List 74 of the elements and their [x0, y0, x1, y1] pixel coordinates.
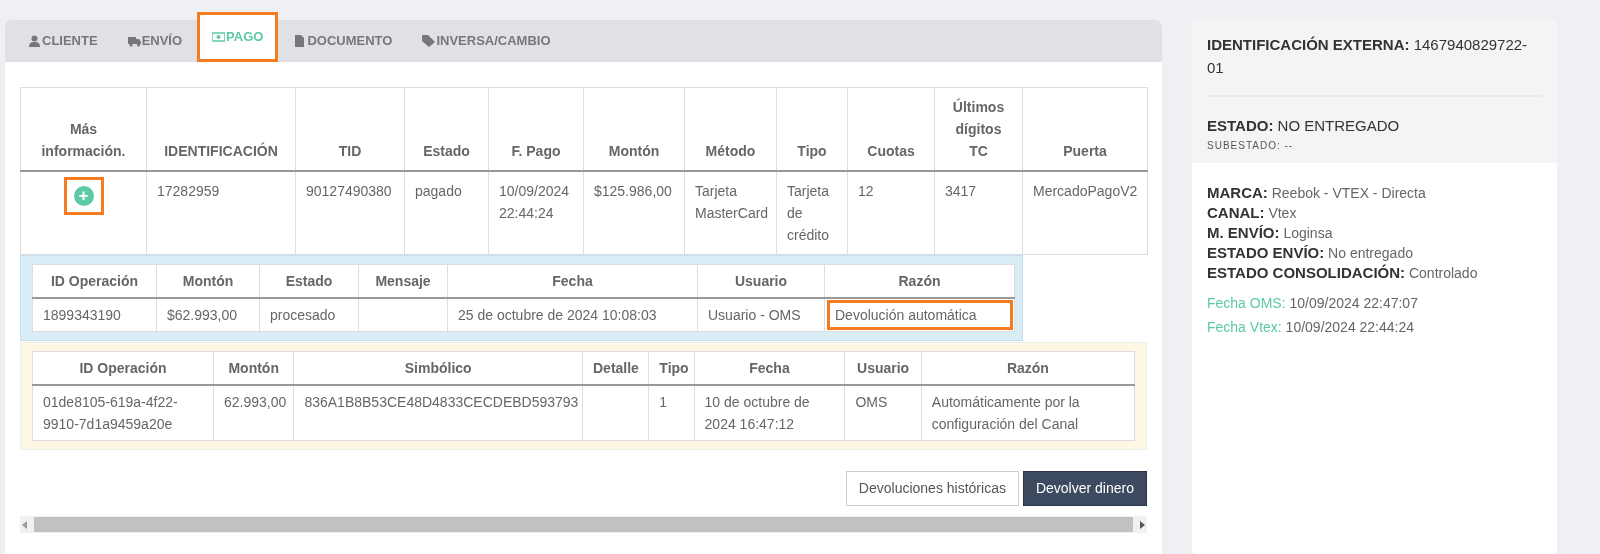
- table-cell: MercadoPagoV2: [1022, 171, 1148, 255]
- external-id: IDENTIFICACIÓN EXTERNA: 1467940829722-01: [1207, 35, 1529, 78]
- column-header: Últimos dígitos TC: [934, 87, 1023, 171]
- money-icon: [212, 31, 226, 43]
- column-header: IDENTIFICACIÓN: [146, 87, 296, 171]
- truck-icon: [127, 35, 141, 47]
- column-header: Estado: [404, 87, 489, 171]
- table-cell: 17282959: [146, 171, 296, 255]
- table-cell: Tarjeta MasterCard: [684, 171, 777, 255]
- table-cell: 12: [847, 171, 935, 255]
- column-header: Método: [684, 87, 777, 171]
- table-cell: Tarjeta de crédito: [776, 171, 848, 255]
- more-info-button[interactable]: +: [66, 180, 101, 212]
- table-cell: Automáticamente por la configuración del Canal: [921, 385, 1135, 441]
- user-icon: [28, 35, 41, 47]
- column-header: Usuario: [844, 351, 922, 385]
- return-money-button[interactable]: Devolver dinero: [1022, 471, 1147, 506]
- column-header: Detalle: [582, 351, 649, 385]
- column-header: Razón: [824, 264, 1015, 298]
- table-cell: 10 de octubre de 2024 16:47:12: [694, 385, 845, 441]
- column-header: Simbólico: [293, 351, 583, 385]
- date-line: Fecha OMS: 10/09/2024 22:47:07: [1207, 293, 1419, 313]
- table-cell: 25 de octubre de 2024 10:08:03: [447, 298, 698, 332]
- table-cell: $125.986,00: [583, 171, 685, 255]
- column-header: Montón: [213, 351, 294, 385]
- column-header: Razón: [921, 351, 1135, 385]
- detail-line: ESTADO ENVÍO: No entregado: [1207, 242, 1414, 263]
- table-cell: 1899343190: [32, 298, 157, 332]
- column-header: Tipo: [776, 87, 848, 171]
- scroll-left-icon[interactable]: [20, 519, 30, 530]
- detail-line: CANAL: Vtex: [1207, 202, 1298, 223]
- column-header: Puerta: [1022, 87, 1148, 171]
- substatus: SUBESTADO: --: [1207, 138, 1295, 153]
- column-header: Montón: [156, 264, 260, 298]
- table-cell: 90127490380: [295, 171, 405, 255]
- column-header: Más información.: [20, 87, 147, 171]
- tab[interactable]: DOCUMENTO: [278, 20, 408, 62]
- date-line: Fecha Vtex: 10/09/2024 22:44:24: [1207, 317, 1416, 337]
- table-cell: 62.993,00: [213, 385, 294, 441]
- detail-line: MARCA: Reebok - VTEX - Directa: [1207, 182, 1427, 203]
- table-cell: OMS: [844, 385, 922, 441]
- document-icon: [293, 35, 307, 47]
- tab[interactable]: ENVÍO: [112, 20, 198, 62]
- column-header: Montón: [583, 87, 685, 171]
- table-cell: procesado: [259, 298, 359, 332]
- column-header: Estado: [259, 264, 359, 298]
- column-header: Usuario: [697, 264, 825, 298]
- column-header: F. Pago: [488, 87, 584, 171]
- table-cell: pagado: [404, 171, 489, 255]
- tab[interactable]: INVERSA/CAMBIO: [407, 20, 566, 62]
- column-header: Mensaje: [358, 264, 448, 298]
- history-button[interactable]: Devoluciones históricas: [845, 471, 1019, 506]
- column-header: TID: [295, 87, 405, 171]
- table-cell: 1: [648, 385, 695, 441]
- column-header: Tipo: [648, 351, 695, 385]
- table-cell: 836A1B8B53CE48D4833CECDEBD593793: [293, 385, 583, 441]
- table-cell: $62.993,00: [156, 298, 260, 332]
- column-header: ID Operación: [32, 351, 214, 385]
- tag-icon: [422, 35, 436, 47]
- table-cell: Devolución automática: [824, 298, 1015, 332]
- tab[interactable]: CLIENTE: [13, 20, 113, 62]
- tab[interactable]: PAGO: [197, 12, 279, 62]
- detail-line: M. ENVÍO: Loginsa: [1207, 222, 1334, 243]
- table-cell: Usuario - OMS: [697, 298, 825, 332]
- table-cell: 10/09/2024 22:44:24: [488, 171, 584, 255]
- column-header: Fecha: [694, 351, 845, 385]
- scroll-right-icon[interactable]: [1137, 519, 1147, 530]
- order-status: ESTADO: NO ENTREGADO: [1207, 116, 1401, 136]
- column-header: Cuotas: [847, 87, 935, 171]
- column-header: ID Operación: [32, 264, 157, 298]
- column-header: Fecha: [447, 264, 698, 298]
- detail-line: ESTADO CONSOLIDACIÓN: Controlado: [1207, 262, 1479, 283]
- table-cell: 01de8105-619a-4f22-9910-7d1a9459a20e: [32, 385, 214, 441]
- table-cell: 3417: [934, 171, 1023, 255]
